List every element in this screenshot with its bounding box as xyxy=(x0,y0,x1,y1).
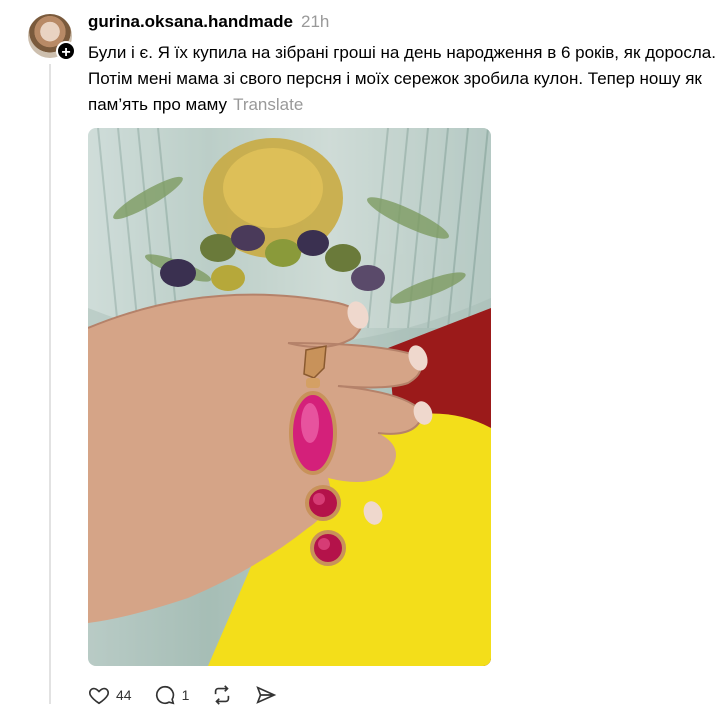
heart-icon xyxy=(89,687,109,705)
translate-link[interactable]: Translate xyxy=(233,95,303,114)
thread-line xyxy=(49,64,51,704)
pendant-photo-illustration xyxy=(88,128,491,666)
like-count: 44 xyxy=(116,687,132,703)
like-button[interactable]: 44 xyxy=(88,684,132,706)
repost-icon xyxy=(215,685,230,705)
comment-button[interactable]: 1 xyxy=(154,684,190,706)
share-button[interactable] xyxy=(255,684,277,706)
repost-button[interactable] xyxy=(211,684,233,706)
timestamp[interactable]: 21h xyxy=(301,12,329,32)
action-bar: 44 1 xyxy=(88,684,277,706)
comment-count: 1 xyxy=(181,687,190,703)
username-link[interactable]: gurina.oksana.handmade xyxy=(88,12,293,32)
post-header: gurina.oksana.handmade 21h xyxy=(88,12,329,32)
post-text-block: Були і є. Я їх купила на зібрані гроші н… xyxy=(88,40,723,118)
share-icon xyxy=(256,686,277,704)
follow-plus-icon[interactable]: + xyxy=(56,41,76,61)
post-text: Були і є. Я їх купила на зібрані гроші н… xyxy=(88,43,716,114)
avatar-container[interactable]: + xyxy=(28,14,76,61)
comment-icon xyxy=(155,685,175,705)
post-photo[interactable] xyxy=(88,128,491,666)
